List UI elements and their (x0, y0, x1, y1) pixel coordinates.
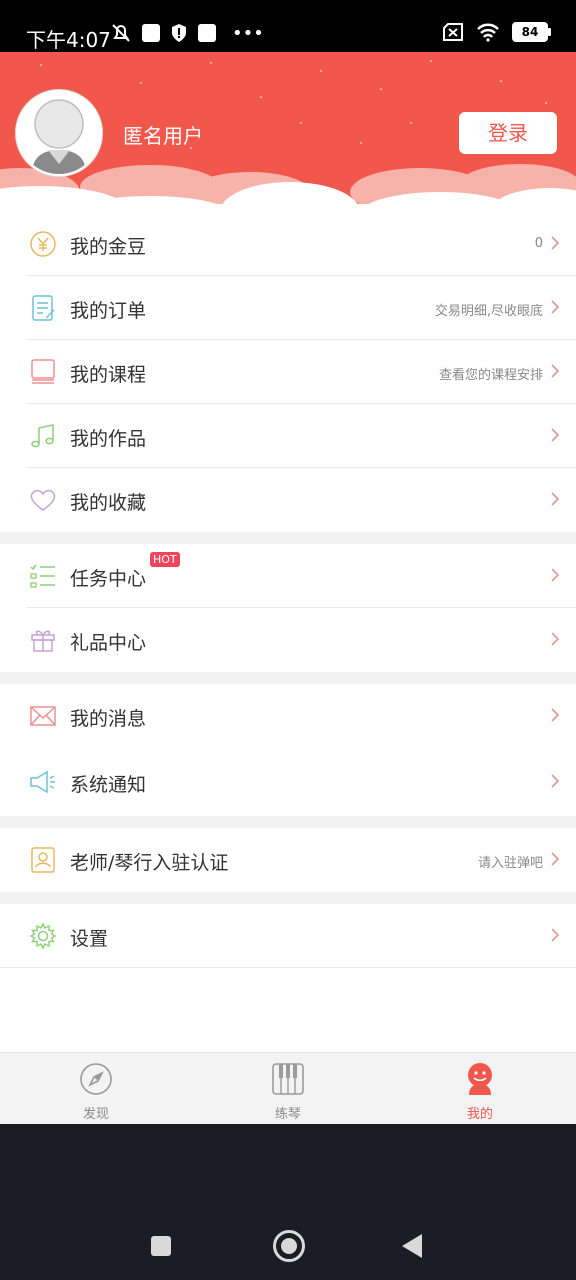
course-book-icon (31, 359, 55, 384)
menu-item-orders[interactable]: 我的订单 交易明细,尽收眼底 (0, 276, 576, 340)
menu-hint: 查看您的课程安排 (438, 368, 543, 383)
menu-item-notices[interactable]: 系统通知 (0, 748, 576, 816)
section-gap (0, 892, 576, 904)
menu-label: 设置 (70, 928, 109, 950)
wifi-icon (477, 23, 499, 42)
default-avatar-icon (18, 92, 100, 174)
bottom-tab-bar: 发现 练琴 我的 (0, 1052, 576, 1125)
menu-label: 系统通知 (70, 774, 147, 796)
menu-item-favorites[interactable]: 我的收藏 (0, 468, 576, 532)
avatar[interactable] (16, 90, 102, 176)
menu-item-tasks[interactable]: 任务中心 HOT (0, 544, 576, 608)
gear-icon (29, 922, 57, 950)
section-gap (0, 816, 576, 828)
menu-label: 我的订单 (70, 300, 147, 322)
status-bar: 下午4:07 ••• 84 (0, 0, 576, 52)
task-checklist-icon (30, 564, 55, 588)
status-icons-left: ••• (110, 22, 264, 44)
music-note-icon (31, 424, 54, 448)
tab-label: 发现 (82, 1107, 109, 1122)
menu-label: 我的金豆 (70, 236, 147, 258)
menu-item-works[interactable]: 我的作品 (0, 404, 576, 468)
chevron-right-icon (551, 364, 560, 378)
recent-apps-button[interactable] (151, 1236, 171, 1256)
login-button[interactable]: 登录 (459, 112, 557, 154)
menu-label: 我的作品 (70, 428, 147, 450)
menu-label: 我的收藏 (70, 492, 147, 514)
heart-icon (30, 489, 56, 511)
menu-label: 我的课程 (70, 364, 147, 386)
back-button[interactable] (402, 1234, 422, 1258)
mute-bell-icon (112, 24, 130, 42)
app-notification-icon (142, 24, 160, 42)
chevron-right-icon (551, 568, 560, 582)
megaphone-icon (30, 770, 55, 794)
menu-list: 我的金豆 0 我的订单 交易明细,尽收眼底 我的课程 查看您的课程安排 我的作品… (0, 212, 576, 968)
tab-practice[interactable]: 练琴 (240, 1061, 336, 1122)
gift-icon (31, 630, 55, 652)
tab-discover[interactable]: 发现 (48, 1061, 144, 1122)
profile-header: 匿名用户 登录 (0, 52, 576, 212)
chevron-right-icon (551, 492, 560, 506)
id-badge-icon (31, 847, 55, 873)
chevron-right-icon (551, 852, 560, 866)
chevron-right-icon (551, 708, 560, 722)
sim-error-icon (443, 23, 463, 41)
piano-icon (272, 1063, 304, 1095)
menu-item-courses[interactable]: 我的课程 查看您的课程安排 (0, 340, 576, 404)
menu-hint: 交易明细,尽收眼底 (434, 304, 543, 319)
menu-label: 礼品中心 (70, 632, 147, 654)
menu-item-gifts[interactable]: 礼品中心 (0, 608, 576, 672)
tab-mine[interactable]: 我的 (432, 1061, 528, 1122)
user-smile-icon (468, 1063, 492, 1095)
chevron-right-icon (551, 428, 560, 442)
app-notification-icon (198, 24, 216, 42)
compass-icon (80, 1063, 112, 1095)
gold-bean-count: 0 (534, 236, 543, 251)
section-gap (0, 532, 576, 544)
status-time: 下午4:07 (26, 28, 111, 52)
menu-hint: 请入驻弹吧 (477, 856, 543, 871)
chevron-right-icon (551, 300, 560, 314)
yen-coin-icon (30, 231, 56, 257)
tab-label: 我的 (466, 1107, 493, 1122)
home-button[interactable] (273, 1230, 305, 1262)
menu-item-settings[interactable]: 设置 (0, 904, 576, 968)
chevron-right-icon (551, 928, 560, 942)
shield-icon (172, 24, 186, 42)
menu-item-certify[interactable]: 老师/琴行入驻认证 请入驻弹吧 (0, 828, 576, 892)
system-nav-bar (0, 1124, 576, 1280)
more-dots-icon: ••• (232, 22, 264, 44)
chevron-right-icon (551, 774, 560, 788)
divider (0, 967, 576, 968)
menu-item-gold-beans[interactable]: 我的金豆 0 (0, 212, 576, 276)
username: 匿名用户 (123, 124, 203, 148)
section-gap (0, 672, 576, 684)
menu-item-messages[interactable]: 我的消息 (0, 684, 576, 748)
chevron-right-icon (551, 236, 560, 250)
hot-badge: HOT (150, 552, 180, 567)
envelope-icon (30, 706, 56, 726)
menu-label: 我的消息 (70, 708, 147, 730)
order-document-icon (32, 295, 55, 321)
chevron-right-icon (551, 632, 560, 646)
status-icons-right: 84 (442, 22, 551, 42)
menu-label: 老师/琴行入驻认证 (70, 852, 229, 874)
menu-label: 任务中心 (70, 568, 147, 590)
battery-indicator: 84 (512, 22, 551, 42)
tab-label: 练琴 (274, 1107, 301, 1122)
